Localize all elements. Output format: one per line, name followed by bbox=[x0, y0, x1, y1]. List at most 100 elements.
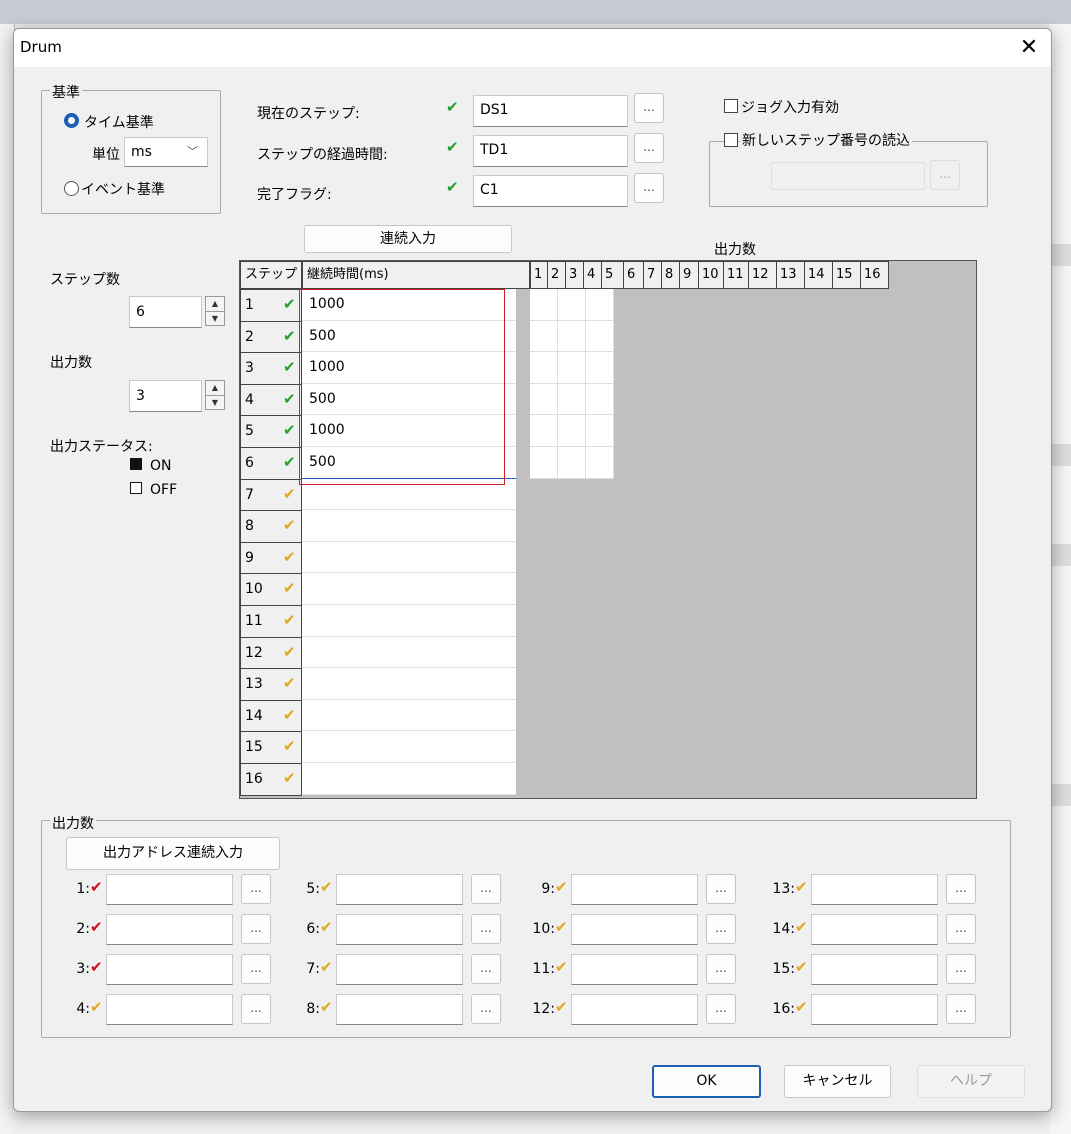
output-state-cell[interactable] bbox=[558, 415, 586, 447]
spin-down-icon[interactable]: ▼ bbox=[206, 396, 224, 410]
duration-cell[interactable] bbox=[302, 731, 516, 763]
output-address-browse-button[interactable]: ... bbox=[706, 994, 736, 1024]
output-column-header: 15 bbox=[832, 261, 861, 289]
duration-cell[interactable] bbox=[302, 668, 516, 700]
duration-cell[interactable] bbox=[302, 478, 516, 511]
continuous-input-button[interactable]: 連続入力 bbox=[304, 225, 512, 253]
output-count-spinner[interactable]: ▲ ▼ bbox=[205, 380, 225, 410]
ok-button[interactable]: OK bbox=[652, 1065, 761, 1098]
output-address-field[interactable] bbox=[571, 954, 698, 985]
output-state-cell[interactable] bbox=[558, 289, 586, 321]
elapsed-time-field[interactable]: TD1 bbox=[473, 135, 628, 167]
duration-cell[interactable] bbox=[302, 510, 516, 542]
unit-select[interactable]: ms ﹀ bbox=[124, 137, 208, 167]
output-state-cell[interactable] bbox=[530, 415, 558, 447]
duration-cell[interactable]: 1000 bbox=[302, 352, 516, 384]
duration-cell[interactable]: 500 bbox=[302, 447, 516, 479]
output-state-cell[interactable] bbox=[530, 383, 558, 416]
duration-cell[interactable] bbox=[302, 636, 516, 669]
duration-cell[interactable]: 1000 bbox=[302, 289, 516, 321]
output-address-browse-button[interactable]: ... bbox=[706, 914, 736, 944]
output-address-browse-button[interactable]: ... bbox=[946, 914, 976, 944]
step-row-header: 6 ✔ bbox=[240, 447, 302, 480]
step-number: 4 bbox=[245, 391, 254, 408]
duration-cell[interactable] bbox=[302, 573, 516, 605]
output-address-field[interactable] bbox=[571, 874, 698, 905]
output-address-browse-button[interactable]: ... bbox=[241, 954, 271, 984]
output-address-field[interactable] bbox=[811, 874, 938, 905]
elapsed-time-browse-button[interactable]: ... bbox=[634, 133, 664, 163]
spin-up-icon[interactable]: ▲ bbox=[206, 297, 224, 312]
output-address-browse-button[interactable]: ... bbox=[241, 914, 271, 944]
output-address-browse-button[interactable]: ... bbox=[471, 874, 501, 904]
output-label: 11: bbox=[532, 961, 555, 977]
output-address-field[interactable] bbox=[571, 914, 698, 945]
close-icon[interactable]: ✕ bbox=[1014, 33, 1044, 63]
output-address-continuous-button[interactable]: 出力アドレス連続入力 bbox=[66, 837, 280, 870]
step-count-spinner[interactable]: ▲ ▼ bbox=[205, 296, 225, 326]
cancel-button[interactable]: キャンセル bbox=[784, 1065, 891, 1098]
output-state-cell[interactable] bbox=[586, 289, 614, 321]
output-address-browse-button[interactable]: ... bbox=[471, 914, 501, 944]
check-icon: ✔ bbox=[283, 705, 296, 724]
output-address-field[interactable] bbox=[336, 994, 463, 1025]
output-state-cell[interactable] bbox=[558, 320, 586, 353]
output-state-cell[interactable] bbox=[558, 447, 586, 479]
output-state-cell[interactable] bbox=[558, 383, 586, 416]
duration-cell[interactable]: 1000 bbox=[302, 415, 516, 447]
step-number: 1 bbox=[245, 297, 254, 313]
duration-cell[interactable]: 500 bbox=[302, 383, 516, 416]
duration-cell[interactable] bbox=[302, 541, 516, 574]
output-state-cell[interactable] bbox=[586, 383, 614, 416]
output-state-cell[interactable] bbox=[558, 352, 586, 384]
output-address-field[interactable] bbox=[106, 874, 233, 905]
current-step-field[interactable]: DS1 bbox=[473, 95, 628, 127]
output-address-browse-button[interactable]: ... bbox=[241, 994, 271, 1024]
step-row-header: 3 ✔ bbox=[240, 352, 302, 385]
spin-up-icon[interactable]: ▲ bbox=[206, 381, 224, 396]
output-address-browse-button[interactable]: ... bbox=[471, 954, 501, 984]
spin-down-icon[interactable]: ▼ bbox=[206, 312, 224, 326]
output-address-browse-button[interactable]: ... bbox=[706, 874, 736, 904]
output-state-cell[interactable] bbox=[586, 352, 614, 384]
output-address-browse-button[interactable]: ... bbox=[241, 874, 271, 904]
event-basis-radio[interactable] bbox=[64, 181, 79, 196]
duration-cell[interactable] bbox=[302, 605, 516, 637]
jog-input-checkbox[interactable] bbox=[724, 99, 738, 113]
output-address-browse-button[interactable]: ... bbox=[706, 954, 736, 984]
output-address-browse-button[interactable]: ... bbox=[471, 994, 501, 1024]
output-state-cell[interactable] bbox=[586, 415, 614, 447]
step-count-input[interactable]: 6 bbox=[129, 296, 202, 328]
output-address-field[interactable] bbox=[811, 914, 938, 945]
output-address-field[interactable] bbox=[106, 954, 233, 985]
duration-cell[interactable] bbox=[302, 699, 516, 732]
duration-cell[interactable] bbox=[302, 763, 516, 795]
new-step-checkbox[interactable] bbox=[724, 133, 738, 147]
output-state-cell[interactable] bbox=[530, 447, 558, 479]
output-address-field[interactable] bbox=[336, 914, 463, 945]
output-address-field[interactable] bbox=[336, 874, 463, 905]
output-address-field[interactable] bbox=[811, 994, 938, 1025]
output-state-cell[interactable] bbox=[530, 289, 558, 321]
done-flag-field[interactable]: C1 bbox=[473, 175, 628, 207]
output-state-cell[interactable] bbox=[530, 352, 558, 384]
time-basis-radio[interactable] bbox=[64, 113, 79, 128]
output-address-field[interactable] bbox=[106, 994, 233, 1025]
output-count-input[interactable]: 3 bbox=[129, 380, 202, 412]
step-number: 3 bbox=[245, 360, 254, 377]
output-address-browse-button[interactable]: ... bbox=[946, 994, 976, 1024]
output-state-cell[interactable] bbox=[586, 320, 614, 353]
done-flag-browse-button[interactable]: ... bbox=[634, 173, 664, 203]
output-state-cell[interactable] bbox=[586, 447, 614, 479]
output-address-field[interactable] bbox=[571, 994, 698, 1025]
step-column-header: ステップ bbox=[240, 261, 302, 289]
output-address-field[interactable] bbox=[336, 954, 463, 985]
output-address-browse-button[interactable]: ... bbox=[946, 954, 976, 984]
current-step-browse-button[interactable]: ... bbox=[634, 93, 664, 123]
output-address-field[interactable] bbox=[106, 914, 233, 945]
output-address-browse-button[interactable]: ... bbox=[946, 874, 976, 904]
check-icon: ✔ bbox=[283, 579, 296, 598]
output-state-cell[interactable] bbox=[530, 320, 558, 353]
output-address-field[interactable] bbox=[811, 954, 938, 985]
duration-cell[interactable]: 500 bbox=[302, 320, 516, 353]
